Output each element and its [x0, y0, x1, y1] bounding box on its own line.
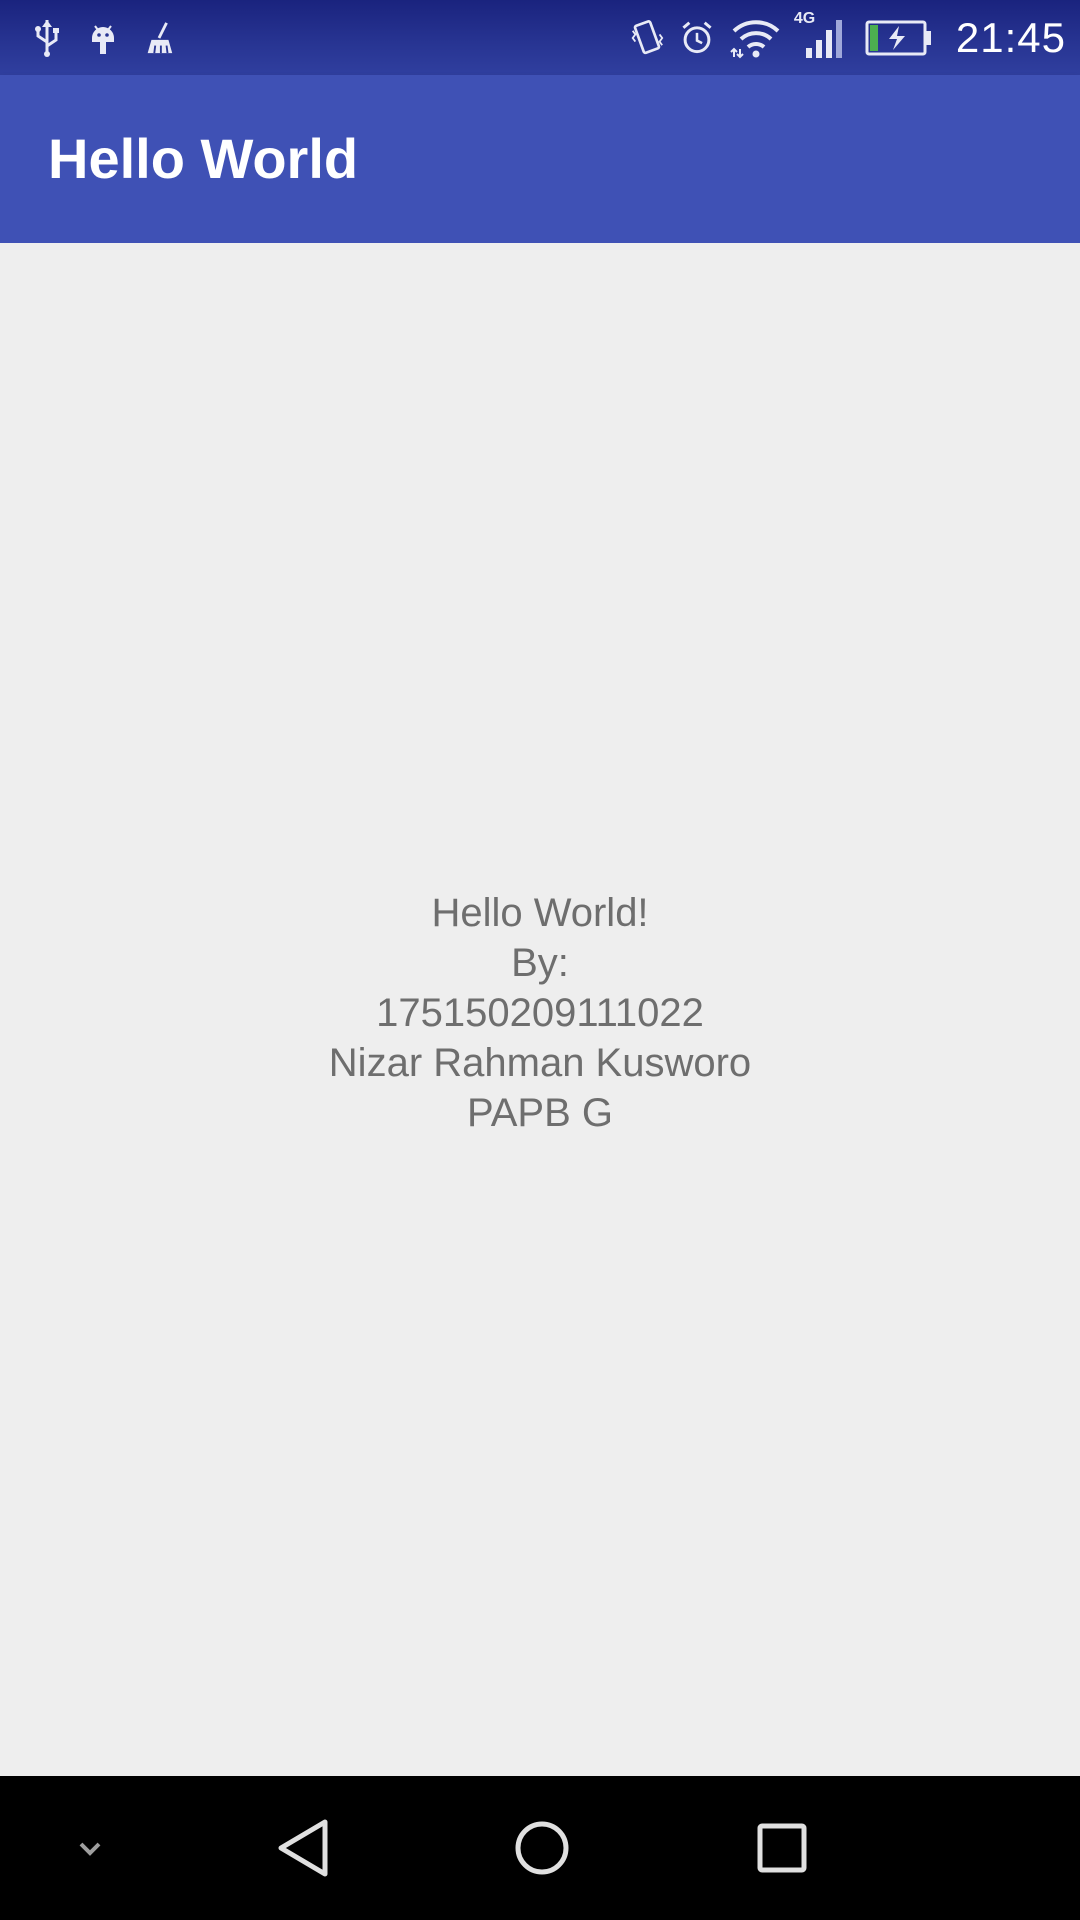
student-id-text: 175150209111022: [376, 991, 704, 1035]
main-content: Hello World! By: 175150209111022 Nizar R…: [0, 243, 1080, 1776]
greeting-text: Hello World!: [431, 891, 649, 935]
wifi-icon: [730, 18, 782, 58]
recents-button[interactable]: [727, 1776, 837, 1920]
back-button[interactable]: [250, 1776, 360, 1920]
hide-keyboard-button[interactable]: [50, 1776, 130, 1920]
by-label: By:: [511, 941, 569, 985]
status-clock: 21:45: [955, 13, 1066, 61]
recents-icon: [757, 1823, 807, 1873]
home-icon: [515, 1821, 569, 1875]
screen: 4G 21:45 Hello World Hello World! By: 17…: [0, 0, 1080, 1920]
signal-icon: 4G: [794, 10, 848, 58]
alarm-icon: [680, 18, 714, 58]
android-debug-icon: [86, 18, 120, 58]
app-bar: Hello World: [0, 75, 1080, 243]
cleaner-icon: [142, 18, 176, 58]
vibrate-icon: [630, 18, 664, 58]
back-icon: [278, 1819, 328, 1877]
navigation-bar: [0, 1776, 1080, 1920]
status-bar: 4G 21:45: [0, 0, 1080, 75]
app-title: Hello World: [48, 127, 359, 190]
usb-icon: [30, 18, 64, 58]
author-name-text: Nizar Rahman Kusworo: [328, 1041, 752, 1085]
status-left-icons: [30, 0, 176, 75]
battery-charging-icon: [864, 18, 934, 58]
home-button[interactable]: [487, 1776, 597, 1920]
chevron-down-icon: [79, 1842, 101, 1856]
hello-text-block: Hello World! By: 175150209111022 Nizar R…: [0, 888, 1080, 1138]
status-right-icons: 4G 21:45: [630, 0, 1066, 75]
network-type-label: 4G: [793, 9, 816, 27]
class-text: PAPB G: [467, 1091, 613, 1135]
